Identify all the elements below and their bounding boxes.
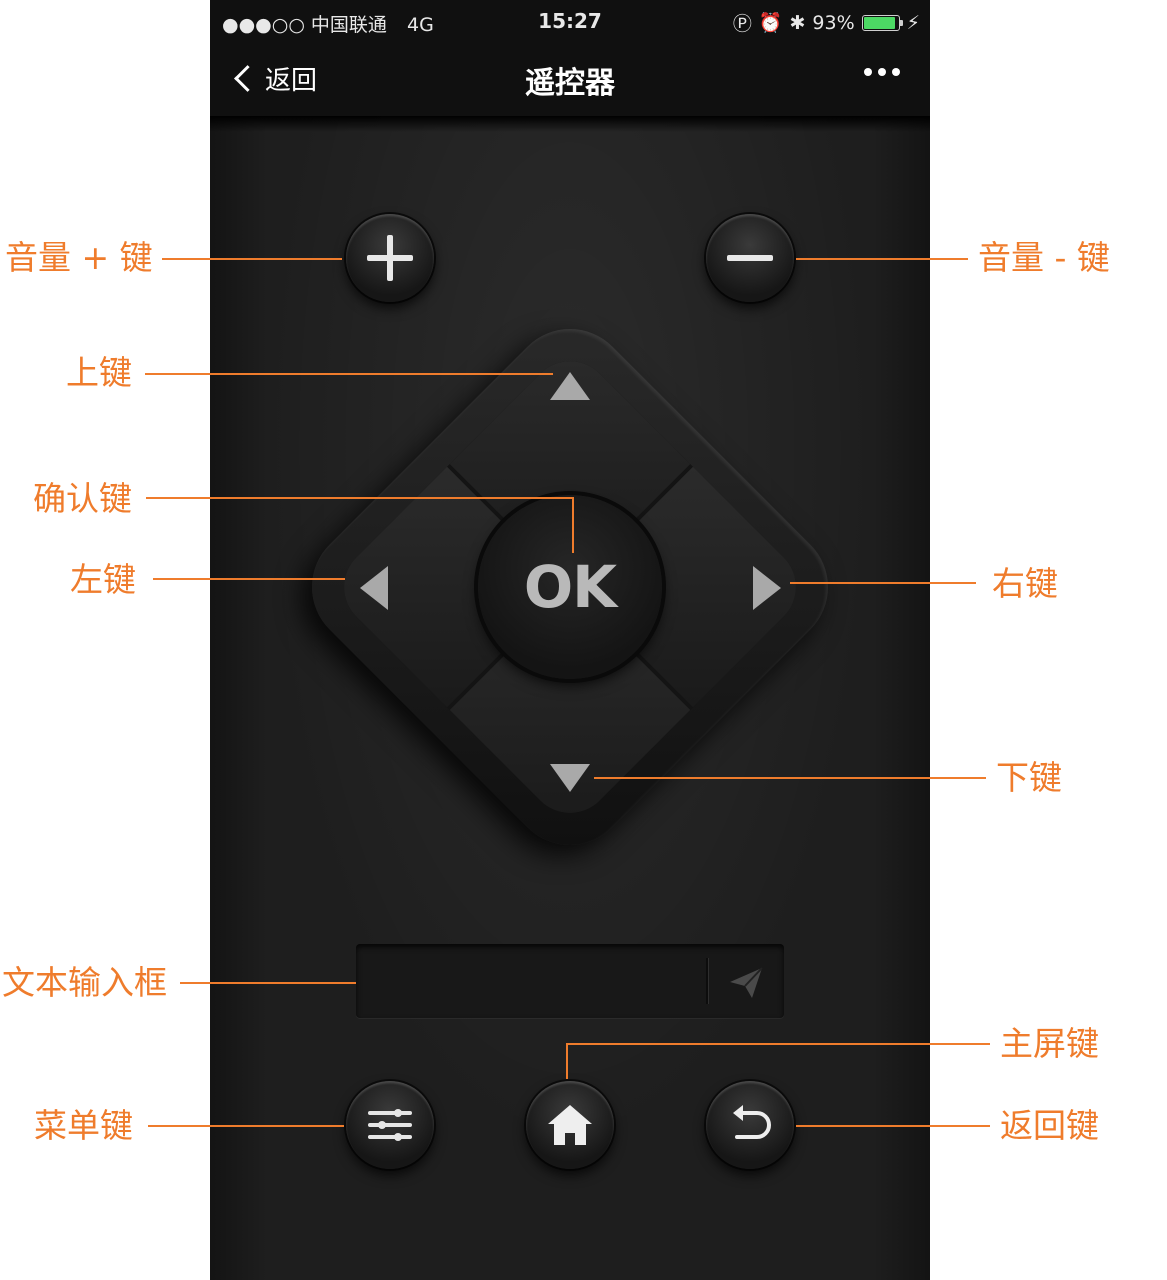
ok-label: OK [523, 553, 617, 621]
annotation-return: 返回键 [1000, 1106, 1099, 1145]
nav-bar: 返回 遥控器 [210, 50, 930, 110]
home-button[interactable] [526, 1081, 614, 1169]
phone-screen: ●●●○○ 中国联通 4G 15:27 Ⓟ ⏰ ✱ 93% ⚡ 返回 遥控器 O… [210, 0, 930, 1280]
undo-arrow-icon [733, 1105, 771, 1139]
battery-icon [861, 14, 903, 31]
arrow-left-icon [360, 566, 388, 610]
annotation-ok: 确认键 [33, 479, 132, 518]
annotation-text-input: 文本输入框 [2, 963, 167, 1002]
annotation-volume-down: 音量 - 键 [978, 238, 1110, 277]
annotation-down: 下键 [996, 758, 1062, 797]
menu-button[interactable] [346, 1081, 434, 1169]
ok-button[interactable]: OK [478, 495, 662, 679]
more-dot-icon [892, 68, 900, 76]
annotation-right: 右键 [992, 564, 1058, 603]
status-bar: ●●●○○ 中国联通 4G 15:27 Ⓟ ⏰ ✱ 93% ⚡ [210, 0, 930, 44]
return-button[interactable] [706, 1081, 794, 1169]
orientation-lock-icon: Ⓟ [732, 13, 752, 35]
top-bar: ●●●○○ 中国联通 4G 15:27 Ⓟ ⏰ ✱ 93% ⚡ 返回 遥控器 [210, 0, 930, 116]
more-button[interactable] [864, 68, 900, 76]
annotation-left: 左键 [70, 560, 136, 599]
home-icon [548, 1105, 592, 1145]
annotation-up: 上键 [66, 353, 132, 392]
annotation-volume-up: 音量 + 键 [5, 238, 153, 277]
arrow-up-icon [550, 372, 590, 400]
annotation-menu: 菜单键 [34, 1106, 133, 1145]
alarm-icon: ⏰ [758, 12, 783, 34]
send-icon[interactable] [726, 962, 766, 1002]
minus-icon [727, 255, 773, 261]
battery-percent: 93% [812, 11, 855, 34]
bluetooth-icon: ✱ [789, 11, 806, 34]
arrow-down-icon [550, 764, 590, 792]
dpad: OK [287, 304, 853, 870]
page-title: 遥控器 [525, 66, 615, 101]
charging-icon: ⚡ [906, 11, 920, 34]
arrow-right-icon [753, 566, 781, 610]
annotation-home: 主屏键 [1000, 1024, 1099, 1063]
more-dot-icon [864, 68, 872, 76]
plus-icon [367, 235, 413, 281]
more-dot-icon [878, 68, 886, 76]
menu-list-icon [368, 1108, 412, 1142]
text-input-field[interactable] [356, 944, 784, 1018]
volume-down-button[interactable] [706, 214, 794, 302]
volume-up-button[interactable] [346, 214, 434, 302]
